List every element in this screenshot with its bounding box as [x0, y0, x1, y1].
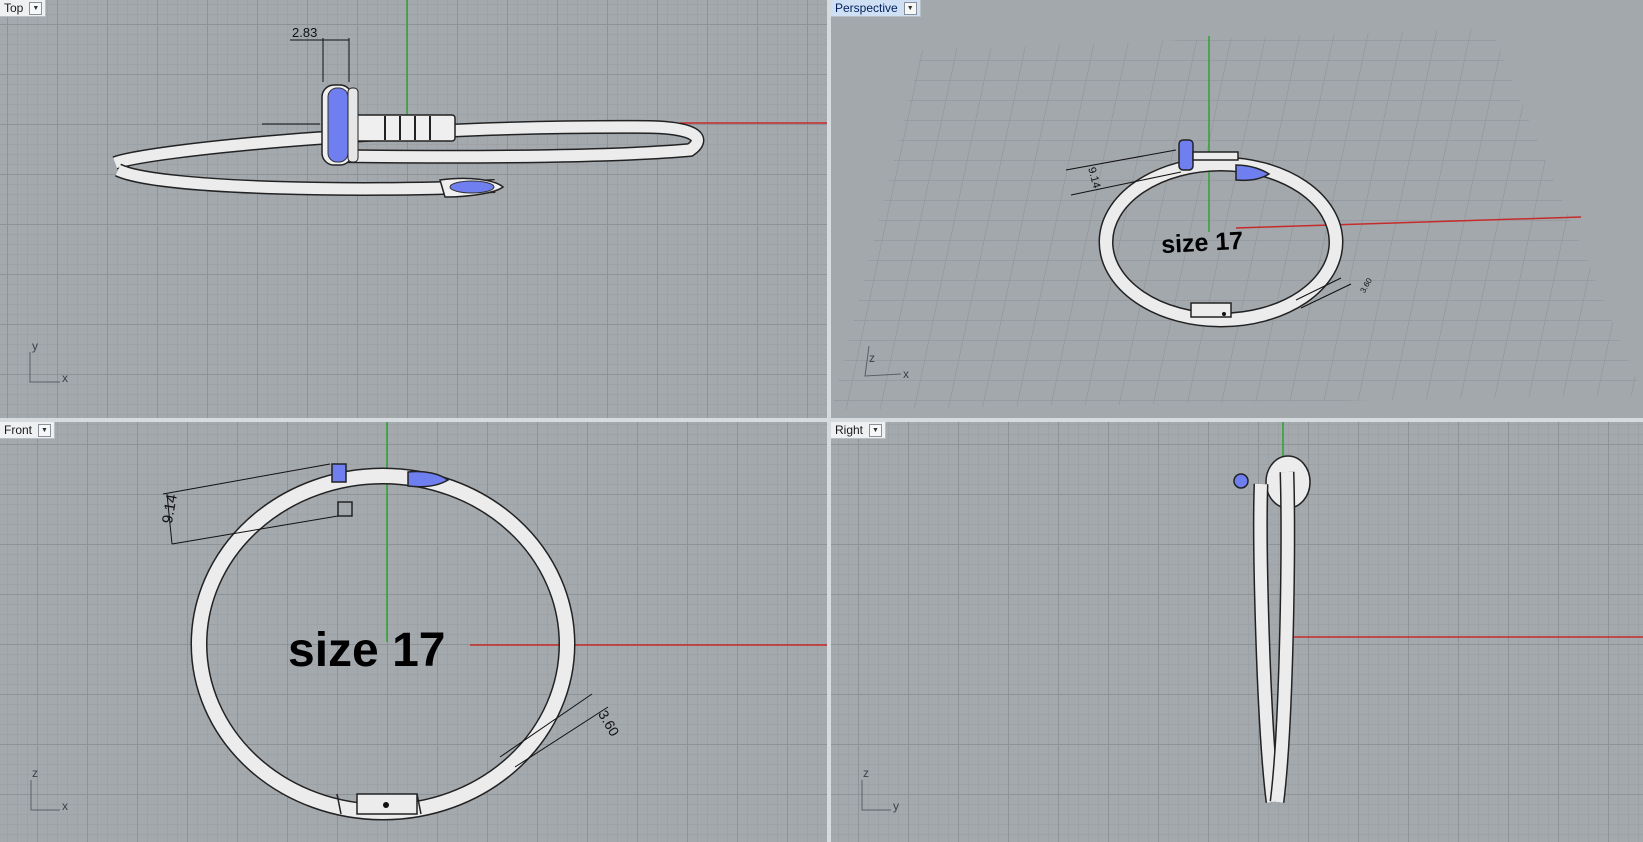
dimension-label: 9.14: [159, 493, 181, 525]
nail-head-stones: [327, 87, 349, 163]
front-view-canvas: 9.14 3.60 size 17 z x: [30, 422, 827, 821]
viewport-tab-label: Perspective: [835, 1, 898, 15]
viewport-perspective[interactable]: Perspective ▼ 9.14 3.60 size 17 z x: [831, 0, 1643, 418]
viewport-tab-label: Front: [4, 423, 33, 437]
viewport-tab-perspective[interactable]: Perspective ▼: [831, 0, 921, 17]
viewport-front[interactable]: Front ▼ 9.14 3.60 size 17 z x: [0, 422, 827, 842]
bangle-side-b-fill: [1271, 471, 1294, 803]
chevron-down-icon[interactable]: ▼: [38, 424, 52, 437]
axis-label-z: z: [863, 766, 869, 780]
bangle-lower-fill: [115, 164, 496, 195]
perspective-canvas: 9.14 3.60 size 17 z x: [831, 28, 1643, 410]
right-view-canvas: z y: [861, 422, 1643, 813]
nail-shaft: [1192, 151, 1239, 161]
viewport-tab-label: Top: [4, 1, 24, 15]
top-view-canvas: 2.83 y x: [29, 0, 827, 385]
size-label: size 17: [1160, 227, 1243, 259]
nail-head-rim: [347, 87, 359, 163]
viewport-right[interactable]: Right ▼ z y: [831, 422, 1643, 842]
dimension-label: 3.60: [595, 707, 623, 739]
axis-label-y: y: [32, 339, 38, 353]
viewport-top[interactable]: Top ▼ 2.83 y x: [0, 0, 827, 418]
axis-gizmo: [861, 780, 891, 811]
axis-label-z: z: [32, 766, 38, 780]
axis-label-x: x: [903, 367, 909, 381]
viewport-tab-top[interactable]: Top ▼: [0, 0, 47, 17]
chevron-down-icon[interactable]: ▼: [29, 2, 43, 15]
axis-gizmo: [29, 352, 60, 383]
nail-tip-stones: [449, 180, 495, 194]
axis-gizmo: [30, 780, 60, 811]
chevron-down-icon[interactable]: ▼: [903, 2, 917, 15]
size-label: size 17: [288, 624, 445, 677]
dimension-label: 2.83: [292, 25, 317, 40]
viewport-tab-front[interactable]: Front ▼: [0, 422, 56, 439]
nail-shaft-end: [337, 501, 353, 517]
nail-tip-stones: [1233, 473, 1249, 489]
clasp-screw: [1222, 312, 1226, 316]
axis-label-x: x: [62, 799, 68, 813]
axis-label-x: x: [62, 371, 68, 385]
axis-label-y: y: [893, 799, 899, 813]
viewport-tab-label: Right: [835, 423, 864, 437]
axis-label-z: z: [869, 351, 875, 365]
nail-head-stones: [1178, 139, 1194, 171]
chevron-down-icon[interactable]: ▼: [869, 424, 883, 437]
clasp-screw: [383, 802, 389, 808]
viewport-tab-right[interactable]: Right ▼: [831, 422, 887, 439]
nail-head-stones: [331, 463, 347, 483]
